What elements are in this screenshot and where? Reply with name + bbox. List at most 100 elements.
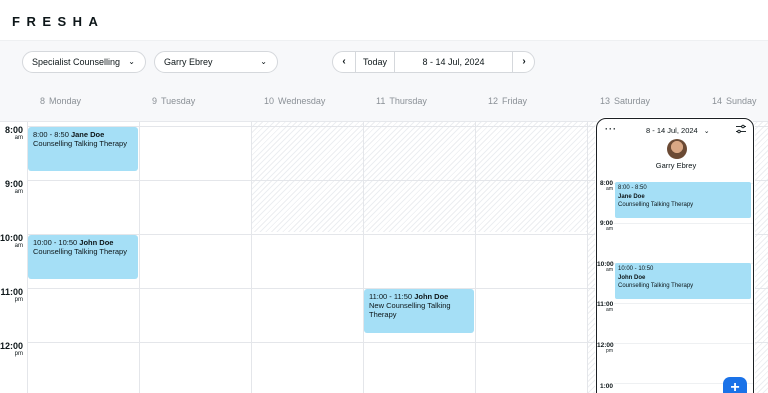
day-header-monday[interactable]: 8 Monday [40,96,81,106]
time-label: 8:00 am [0,126,26,142]
avatar[interactable] [667,139,687,159]
chevron-right-icon[interactable]: › [513,52,534,72]
day-number: 11 [376,96,386,106]
appointment-card[interactable]: 11:00 - 11:50 John Doe New Counselling T… [364,289,474,333]
time-hour: 1:00 [599,383,613,390]
time-ampm: am [606,267,613,273]
appointment-client: John Doe [618,274,646,281]
mobile-time-label: 10:00 am [597,261,614,273]
day-header-friday[interactable]: 12 Friday [488,96,527,106]
day-number: 13 [600,96,611,106]
fresha-logo[interactable]: FRESHA [12,14,104,29]
time-ampm: am [14,135,23,141]
day-number: 14 [712,96,723,106]
time-hour: 10:00 [0,233,24,243]
day-name: Tuesday [161,96,196,106]
chevron-left-icon[interactable]: ‹ [333,52,355,72]
appointment-card[interactable]: 8:00 - 8:50 Jane Doe Counselling Talking… [28,127,138,171]
mobile-time-label: 8:00 am [597,180,613,192]
mobile-appointment-card[interactable]: 10:00 - 10:50 John Doe Counselling Talki… [615,263,751,299]
mobile-time-label: 1:00 [597,383,613,390]
time-ampm: am [14,189,23,195]
staff-filter-dropdown[interactable]: Garry Ebrey ⌄ [154,51,278,73]
day-number: 12 [488,96,499,106]
hour-line [614,303,753,304]
day-header-sunday[interactable]: 14 Sunday [712,96,757,106]
day-name: Thursday [389,96,427,106]
day-number: 8 [40,96,46,106]
mobile-staff-name: Garry Ebrey [655,161,697,170]
time-hour: 11:00 [0,287,23,297]
day-name: Sunday [726,96,757,106]
mobile-time-label: 9:00 am [597,220,613,232]
appointment-service: Counselling Talking Therapy [33,247,127,256]
time-hour: 8:00 [4,125,23,135]
day-column-wednesday-blocked[interactable] [251,122,363,232]
top-bar: FRESHA [0,0,768,41]
appointment-service: Counselling Talking Therapy [618,202,694,208]
appointment-time: 10:00 - 10:50 [33,238,78,247]
appointment-client: Jane Doe [618,193,645,200]
chevron-down-icon: ⌄ [703,128,710,135]
service-filter-dropdown[interactable]: Specialist Counselling ⌄ [22,51,146,73]
time-label: 10:00 am [0,234,26,250]
chevron-down-icon: ⌄ [260,57,267,66]
date-range-button[interactable]: 8 - 14 Jul, 2024 [395,52,512,72]
hour-line [614,343,753,344]
appointment-client: Jane Doe [70,130,105,139]
time-ampm: pm [14,351,23,357]
appointment-time: 8:00 - 8:50 [618,185,647,191]
day-header-thursday[interactable]: 11 Thursday [376,96,427,106]
mobile-date-range[interactable]: 8 - 14 Jul, 2024 ⌄ [646,126,710,135]
mobile-time-label: 11:00 am [597,301,613,313]
appointment-time: 11:00 - 11:50 [369,292,413,301]
date-navigator: ‹ Today 8 - 14 Jul, 2024 › [332,51,535,73]
service-filter-label: Specialist Counselling [32,57,121,67]
week-day-header: 8 Monday 9 Tuesday 10 Wednesday 11 Thursday … [0,81,768,122]
time-label: 12:00 pm [0,342,26,358]
appointment-service: Counselling Talking Therapy [33,139,127,148]
day-header-wednesday[interactable]: 10 Wednesday [264,96,325,106]
time-ampm: pm [14,297,23,303]
mobile-appointment-card[interactable]: 8:00 - 8:50 Jane Doe Counselling Talking… [615,182,751,218]
day-column-thursday-blocked[interactable] [363,122,475,232]
day-column-tuesday[interactable] [139,122,251,393]
mobile-calendar-preview: ··· 8 - 14 Jul, 2024 ⌄ Garry Ebrey 8:00 am… [596,118,754,393]
appointment-service: Counselling Talking Therapy [618,283,694,289]
day-header-saturday[interactable]: 13 Saturday [600,96,650,106]
today-button[interactable]: Today [356,52,394,72]
mobile-date-range-label: 8 - 14 Jul, 2024 [646,126,698,135]
time-ampm: am [606,307,613,313]
time-ampm: am [606,226,613,232]
appointment-time: 10:00 - 10:50 [618,266,654,272]
time-ampm: am [606,186,613,192]
chevron-down-icon: ⌄ [128,57,135,66]
time-ampm: am [14,243,23,249]
day-column-friday-blocked[interactable] [475,122,587,232]
day-column-friday[interactable] [475,232,587,393]
hour-line [614,223,753,224]
appointment-card[interactable]: 10:00 - 10:50 John Doe Counselling Talki… [28,235,138,279]
day-name: Saturday [614,96,651,106]
day-header-tuesday[interactable]: 9 Tuesday [152,96,195,106]
day-name: Wednesday [278,96,326,106]
staff-filter-label: Garry Ebrey [164,57,213,67]
calendar-toolbar: Specialist Counselling ⌄ Garry Ebrey ⌄ ‹… [0,41,768,81]
time-hour: 12:00 [0,341,24,351]
appointment-client: John Doe [79,238,114,247]
more-icon[interactable]: ··· [605,124,617,134]
appointment-time: 8:00 - 8:50 [33,130,69,139]
filter-icon[interactable] [735,123,747,135]
time-label: 9:00 am [0,180,26,196]
time-hour: 9:00 [4,179,23,189]
day-number: 10 [264,96,275,106]
day-name: Friday [502,96,528,106]
add-appointment-button[interactable]: + [723,377,747,393]
day-name: Monday [49,96,82,106]
time-label: 11:00 pm [0,288,26,304]
day-number: 9 [152,96,158,106]
mobile-time-label: 12:00 pm [597,342,614,354]
day-column-wednesday[interactable] [251,232,363,393]
appointment-client: John Doe [414,292,449,301]
appointment-service: New Counselling Talking Therapy [369,301,451,319]
